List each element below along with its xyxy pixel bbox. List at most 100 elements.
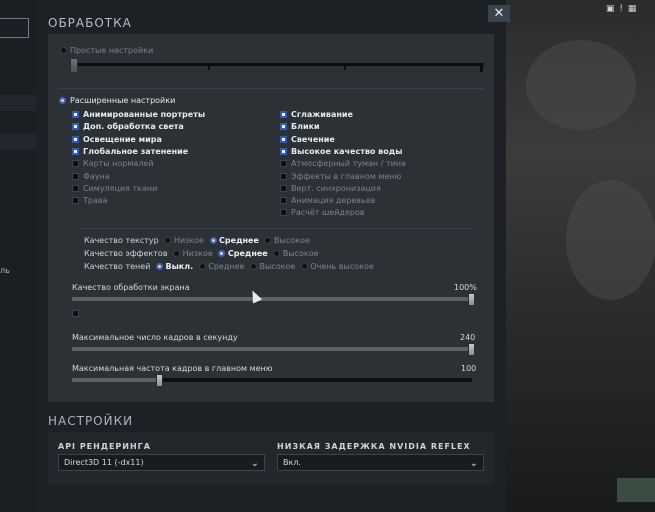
disabled-checkbox[interactable] bbox=[72, 310, 79, 317]
max-fps-label: Максимальное число кадров в секунду bbox=[72, 333, 238, 342]
advanced-settings-label: Расширенные настройки bbox=[70, 96, 176, 105]
texture-medium-label: Среднее bbox=[219, 236, 259, 245]
render-api-dropdown[interactable]: Direct3D 11 (-dx11) ⌄ bbox=[58, 454, 265, 471]
menu-fps-slider[interactable] bbox=[72, 378, 472, 382]
max-fps-value: 240 bbox=[460, 333, 476, 342]
background-highlight-frame bbox=[0, 18, 29, 38]
checkbox-label: Симуляция ткани bbox=[83, 183, 158, 193]
menu-fps-thumb[interactable] bbox=[156, 374, 163, 387]
checkbox-label: Фауна bbox=[83, 171, 110, 181]
menu-fps-value: 100 bbox=[461, 364, 477, 373]
simple-settings-radio[interactable] bbox=[60, 47, 67, 54]
effects-high-radio[interactable] bbox=[273, 250, 281, 257]
texture-quality-row: Качество текстур Низкое Среднее Высокое bbox=[84, 236, 313, 245]
max-fps-slider[interactable] bbox=[72, 347, 472, 351]
simple-preset-slider-thumb[interactable] bbox=[70, 58, 78, 73]
checkbox[interactable] bbox=[72, 197, 79, 205]
texture-quality-label: Качество текстур bbox=[84, 236, 159, 245]
chevron-down-icon: ⌄ bbox=[250, 458, 259, 469]
close-button[interactable]: ✕ bbox=[488, 5, 510, 22]
slider-tick bbox=[344, 64, 346, 70]
checkbox-label: Карты нормалей bbox=[83, 159, 154, 169]
effects-quality-label: Качество эффектов bbox=[84, 249, 168, 258]
screen-quality-thumb[interactable] bbox=[468, 293, 475, 306]
checkbox[interactable] bbox=[280, 123, 287, 131]
checkbox[interactable] bbox=[280, 111, 287, 118]
checkbox-label: Сглаживание bbox=[291, 110, 353, 119]
checkbox[interactable] bbox=[72, 172, 79, 180]
shadow-off-label: Выкл. bbox=[165, 262, 194, 271]
background-art-blob bbox=[566, 180, 655, 300]
checkbox[interactable] bbox=[72, 160, 79, 168]
checkbox-label: Эффекты в главном меню bbox=[291, 171, 402, 181]
shadow-high-radio[interactable] bbox=[249, 263, 257, 270]
slider-tick bbox=[208, 64, 210, 70]
reflex-label: НИЗКАЯ ЗАДЕРЖКА NVIDIA REFLEX bbox=[277, 442, 471, 451]
checkbox[interactable] bbox=[280, 147, 287, 155]
checkbox-label: Расчёт шейдеров bbox=[291, 208, 365, 218]
checkbox[interactable] bbox=[280, 160, 287, 168]
checkbox-label: Доп. обработка света bbox=[83, 122, 184, 132]
checkbox-label: Блики bbox=[291, 122, 320, 132]
checkbox-label: Трава bbox=[83, 196, 108, 206]
checkbox-label: Верт. синхронизация bbox=[291, 183, 381, 193]
checkbox-label: Освещение мира bbox=[83, 134, 162, 144]
checkbox[interactable] bbox=[72, 135, 79, 143]
background-button bbox=[617, 478, 655, 502]
shadow-off-radio[interactable] bbox=[155, 263, 163, 270]
advanced-settings-radio[interactable] bbox=[59, 97, 66, 104]
shadow-medium-radio[interactable] bbox=[198, 263, 206, 270]
settings-section-title: НАСТРОЙКИ bbox=[48, 414, 134, 428]
checkbox[interactable] bbox=[280, 184, 287, 192]
screen-quality-value: 100% bbox=[454, 283, 477, 292]
screen-quality-label: Качество обработки экрана bbox=[72, 283, 190, 292]
background-top-icons: ▣ ! ▦ bbox=[606, 4, 638, 14]
reflex-dropdown[interactable]: Вкл. ⌄ bbox=[277, 454, 484, 471]
menu-fps-fill bbox=[72, 378, 160, 382]
effects-high-label: Высокое bbox=[282, 249, 319, 258]
effects-low-radio[interactable] bbox=[173, 250, 181, 257]
checkbox[interactable] bbox=[72, 184, 79, 192]
settings-panel: Простые настройки Расширенные настройки … bbox=[48, 34, 494, 402]
background-art-blob bbox=[526, 40, 636, 130]
texture-medium-radio[interactable] bbox=[209, 237, 217, 244]
shadow-quality-label: Качество теней bbox=[84, 262, 151, 271]
chevron-down-icon: ⌄ bbox=[469, 458, 478, 469]
shadow-high-label: Высокое bbox=[259, 262, 296, 271]
checkbox-label: Атмосферный туман / тина bbox=[291, 159, 406, 169]
effects-quality-row: Качество эффектов Низкое Среднее Высокое bbox=[84, 249, 322, 258]
checkbox-label: Анимация деревьев bbox=[291, 196, 376, 206]
simple-settings-label: Простые настройки bbox=[70, 46, 154, 55]
checkbox[interactable] bbox=[280, 197, 287, 205]
checkbox[interactable] bbox=[280, 209, 287, 217]
texture-high-label: Высокое bbox=[274, 236, 310, 245]
processing-window: ОБРАБОТКА ✕ Простые настройки Расширенны… bbox=[36, 0, 510, 512]
effects-medium-radio[interactable] bbox=[218, 250, 226, 257]
effects-medium-label: Среднее bbox=[227, 249, 268, 258]
checkbox[interactable] bbox=[72, 111, 79, 118]
shadow-medium-label: Среднее bbox=[208, 262, 245, 271]
window-title: ОБРАБОТКА bbox=[48, 16, 132, 30]
effects-low-label: Низкое bbox=[182, 249, 213, 258]
texture-low-radio[interactable] bbox=[164, 237, 172, 244]
shadow-very-high-label: Очень высокое bbox=[310, 262, 374, 271]
screen-quality-fill bbox=[72, 297, 472, 301]
checkbox[interactable] bbox=[280, 135, 287, 143]
max-fps-thumb[interactable] bbox=[468, 343, 475, 356]
checkbox[interactable] bbox=[280, 172, 287, 180]
screen-quality-slider[interactable] bbox=[72, 297, 472, 301]
reflex-value: Вкл. bbox=[283, 458, 301, 467]
simple-preset-slider[interactable] bbox=[74, 63, 484, 66]
shadow-very-high-radio[interactable] bbox=[300, 263, 308, 270]
background-menu-strip bbox=[0, 95, 36, 111]
checkbox[interactable] bbox=[72, 123, 79, 131]
settings-box: API РЕНДЕРИНГА Direct3D 11 (-dx11) ⌄ НИЗ… bbox=[48, 432, 494, 484]
background-right-art: ▣ ! ▦ bbox=[506, 0, 655, 512]
checkbox-label: Высокое качество воды bbox=[291, 146, 403, 156]
texture-low-label: Низкое bbox=[173, 236, 204, 245]
divider bbox=[58, 88, 484, 89]
render-api-value: Direct3D 11 (-dx11) bbox=[64, 458, 144, 467]
divider bbox=[78, 228, 474, 229]
checkbox[interactable] bbox=[72, 147, 79, 155]
texture-high-radio[interactable] bbox=[264, 237, 272, 244]
